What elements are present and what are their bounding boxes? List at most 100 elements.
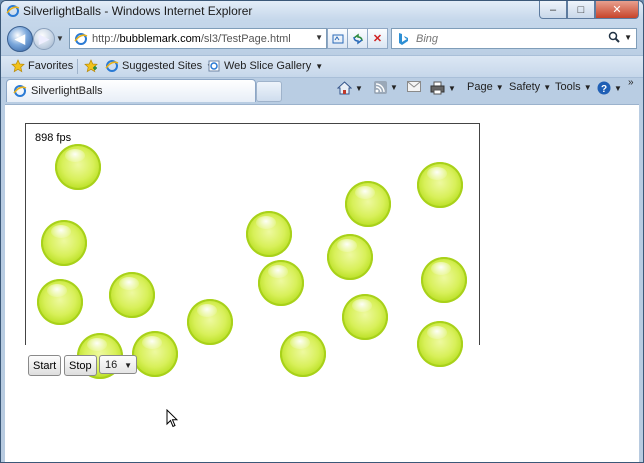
ball bbox=[345, 181, 391, 227]
svg-text:?: ? bbox=[601, 84, 607, 95]
tools-menu[interactable]: Tools ▼ bbox=[555, 81, 592, 93]
minimize-button[interactable]: – bbox=[539, 1, 567, 19]
web-slice-gallery-label: Web Slice Gallery bbox=[224, 60, 312, 72]
help-icon: ? bbox=[597, 81, 611, 95]
bing-icon bbox=[399, 32, 408, 45]
search-box[interactable]: ▼ bbox=[391, 28, 637, 49]
ball bbox=[417, 162, 463, 208]
start-button[interactable]: Start bbox=[28, 355, 62, 376]
print-button[interactable]: ▼ bbox=[430, 81, 456, 95]
silverlight-stage: 898 fps bbox=[25, 123, 480, 379]
tab-row: SilverlightBalls ▼ ▼ ▼ Page ▼ Safety ▼ T… bbox=[1, 77, 643, 102]
chevron-down-icon: ▼ bbox=[583, 82, 592, 92]
title-bar: SilverlightBalls - Windows Internet Expl… bbox=[1, 1, 643, 21]
close-button[interactable]: ✕ bbox=[595, 1, 639, 19]
chevron-down-icon: ▼ bbox=[614, 83, 622, 93]
ie-icon bbox=[13, 85, 27, 97]
favorites-label: Favorites bbox=[28, 60, 74, 72]
add-favorites-icon bbox=[84, 59, 98, 73]
refresh-button[interactable] bbox=[347, 28, 368, 49]
mail-icon bbox=[407, 81, 421, 92]
ball bbox=[327, 234, 373, 280]
suggested-sites-icon bbox=[105, 60, 119, 72]
chevron-down-icon: ▼ bbox=[315, 61, 324, 71]
home-button[interactable]: ▼ bbox=[337, 81, 363, 95]
star-icon bbox=[11, 59, 25, 73]
window-title: SilverlightBalls - Windows Internet Expl… bbox=[23, 4, 253, 18]
ball-count-value: 16 bbox=[105, 358, 118, 371]
ball bbox=[421, 257, 467, 303]
address-url[interactable]: http://bubblemark.com/sl3/TestPage.html bbox=[92, 33, 291, 45]
fps-counter: 898 fps bbox=[35, 132, 72, 144]
ball bbox=[41, 220, 87, 266]
ball bbox=[132, 331, 178, 377]
web-slice-icon bbox=[208, 60, 220, 72]
recent-pages-dropdown[interactable]: ▼ bbox=[56, 34, 64, 43]
tools-menu-label: Tools bbox=[555, 81, 581, 93]
search-provider-dropdown[interactable]: ▼ bbox=[624, 33, 632, 42]
ball-count-select[interactable]: 16 ▼ bbox=[99, 355, 137, 374]
ball bbox=[342, 294, 388, 340]
home-icon bbox=[337, 81, 352, 95]
page-menu-label: Page bbox=[467, 81, 493, 93]
url-host: bubblemark.com bbox=[119, 32, 201, 45]
help-button[interactable]: ? ▼ bbox=[597, 81, 622, 95]
compatibility-icon bbox=[332, 34, 343, 43]
back-button[interactable]: ◀ bbox=[7, 26, 33, 52]
new-tab-button[interactable] bbox=[256, 81, 282, 102]
ball bbox=[55, 144, 101, 190]
forward-button[interactable]: ▶ bbox=[33, 28, 55, 50]
safety-menu-label: Safety bbox=[509, 81, 541, 93]
chevron-down-icon: ▼ bbox=[124, 361, 132, 370]
suggested-sites-link[interactable]: Suggested Sites ▼ bbox=[105, 59, 214, 73]
add-favorites-button[interactable] bbox=[84, 59, 101, 73]
ball bbox=[187, 299, 233, 345]
url-path: /sl3/TestPage.html bbox=[200, 32, 291, 45]
ie-icon bbox=[6, 5, 20, 17]
rss-icon bbox=[374, 81, 387, 94]
favorites-button[interactable]: Favorites bbox=[11, 59, 73, 73]
chevron-down-icon: ▼ bbox=[543, 82, 552, 92]
url-scheme: http:// bbox=[92, 32, 120, 45]
ball bbox=[258, 260, 304, 306]
stop-button[interactable]: ✕ bbox=[367, 28, 388, 49]
back-arrow-icon: ◀ bbox=[15, 31, 25, 46]
forward-arrow-icon: ▶ bbox=[39, 31, 49, 46]
toolbar-separator bbox=[77, 59, 78, 74]
print-icon bbox=[430, 81, 445, 95]
page-menu[interactable]: Page ▼ bbox=[467, 81, 504, 93]
address-dropdown[interactable]: ▼ bbox=[315, 33, 323, 42]
maximize-button[interactable]: □ bbox=[567, 1, 595, 19]
ball bbox=[109, 272, 155, 318]
page-content: 898 fps Start Stop 16 ▼ bbox=[5, 104, 639, 462]
stop-animation-button[interactable]: Stop bbox=[64, 355, 97, 376]
chevron-down-icon: ▼ bbox=[390, 83, 398, 92]
compatibility-view-button[interactable] bbox=[327, 28, 348, 49]
chevron-down-icon: ▼ bbox=[355, 83, 363, 93]
safety-menu[interactable]: Safety ▼ bbox=[509, 81, 551, 93]
ball bbox=[280, 331, 326, 377]
suggested-sites-label: Suggested Sites bbox=[122, 60, 203, 72]
ball bbox=[417, 321, 463, 367]
search-icon[interactable] bbox=[608, 31, 620, 46]
window-controls: – □ ✕ bbox=[539, 1, 639, 19]
favorites-bar: Favorites Suggested Sites ▼ Web Slice Ga… bbox=[1, 55, 643, 78]
tab-label: SilverlightBalls bbox=[31, 85, 103, 97]
address-bar[interactable]: http://bubblemark.com/sl3/TestPage.html … bbox=[69, 28, 327, 49]
navigation-bar: ◀ ▶ ▼ http://bubblemark.com/sl3/TestPage… bbox=[1, 23, 643, 53]
chevron-down-icon: ▼ bbox=[448, 83, 456, 93]
feeds-button[interactable]: ▼ bbox=[374, 81, 398, 94]
mouse-cursor-icon bbox=[166, 409, 178, 428]
ball bbox=[37, 279, 83, 325]
page-icon bbox=[74, 32, 88, 45]
web-slice-gallery-link[interactable]: Web Slice Gallery ▼ bbox=[207, 59, 323, 73]
refresh-icon bbox=[352, 33, 363, 44]
chevron-right-icon[interactable]: » bbox=[628, 77, 634, 88]
tab-silverlightballs[interactable]: SilverlightBalls bbox=[6, 79, 256, 102]
search-input[interactable] bbox=[414, 31, 608, 46]
read-mail-button[interactable] bbox=[407, 81, 421, 92]
browser-window: SilverlightBalls - Windows Internet Expl… bbox=[0, 0, 644, 463]
ball bbox=[246, 211, 292, 257]
chevron-down-icon: ▼ bbox=[495, 82, 504, 92]
stop-icon: ✕ bbox=[372, 33, 383, 45]
